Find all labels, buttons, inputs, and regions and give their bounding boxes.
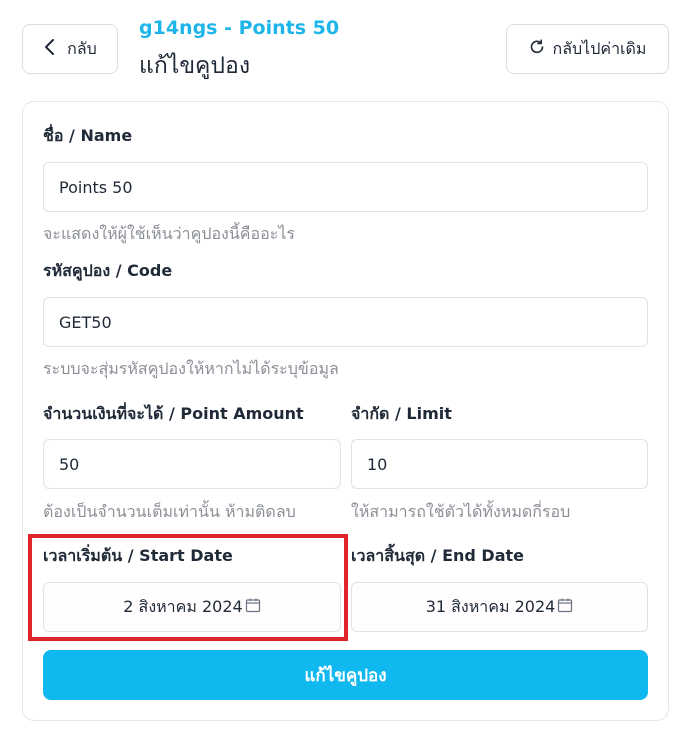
point-amount-label: จำนวนเงินที่จะได้ / Point Amount (43, 404, 304, 423)
calendar-icon (555, 597, 573, 617)
limit-input[interactable]: 10 (351, 439, 648, 489)
name-input[interactable]: Points 50 (43, 162, 648, 212)
name-label: ชื่อ / Name (43, 126, 133, 145)
point-amount-hint: ต้องเป็นจำนวนเต็มเท่านั้น ห้ามติดลบ (43, 502, 296, 521)
coupon-subtitle: g14ngs - Points 50 (139, 17, 340, 39)
start-date-input[interactable]: 2 สิงหาคม 2024 (43, 582, 341, 632)
reset-button-label: กลับไปค่าเดิม (552, 38, 647, 58)
code-input[interactable]: GET50 (43, 297, 648, 347)
point-amount-input[interactable]: 50 (43, 439, 341, 489)
submit-button[interactable]: แก้ไขคูปอง (43, 650, 648, 700)
end-date-label: เวลาสิ้นสุด / End Date (351, 546, 525, 565)
code-label: รหัสคูปอง / Code (43, 261, 173, 280)
chevron-left-icon (43, 39, 57, 59)
back-button-label: กลับ (67, 38, 97, 58)
back-button[interactable]: กลับ (22, 24, 118, 74)
reset-button[interactable]: กลับไปค่าเดิม (506, 24, 669, 74)
end-date-input[interactable]: 31 สิงหาคม 2024 (351, 582, 648, 632)
name-hint: จะแสดงให้ผู้ใช้เห็นว่าคูปองนี้คืออะไร (43, 224, 295, 243)
start-date-label: เวลาเริ่มต้น / Start Date (43, 546, 233, 565)
code-hint: ระบบจะสุ่มรหัสคูปองให้หากไม่ได้ระบุข้อมู… (43, 359, 339, 378)
limit-label: จำกัด / Limit (351, 404, 452, 423)
calendar-icon (243, 597, 261, 617)
start-date-value: 2 สิงหาคม 2024 (123, 596, 243, 616)
page-title: แก้ไขคูปอง (139, 53, 251, 79)
limit-hint: ให้สามารถใช้ตัวได้ทั้งหมดกี่รอบ (351, 502, 571, 521)
refresh-icon (529, 39, 545, 59)
end-date-value: 31 สิงหาคม 2024 (425, 596, 556, 616)
